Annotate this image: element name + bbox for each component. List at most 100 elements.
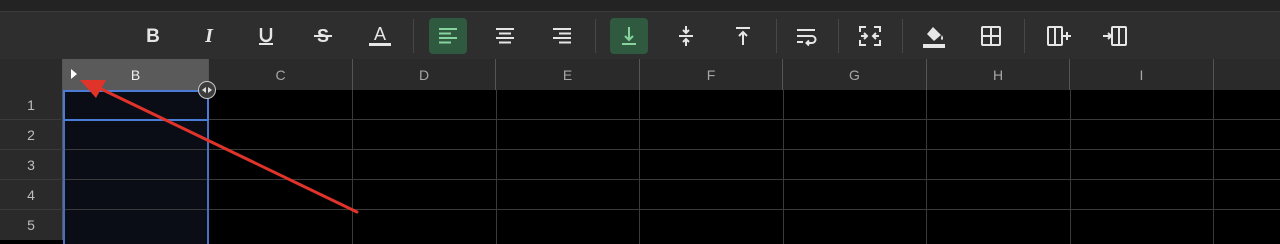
column-header-d[interactable]: D [353, 59, 496, 90]
italic-icon: I [204, 26, 214, 46]
strikethrough-icon: S [314, 26, 332, 46]
cell[interactable] [209, 120, 353, 149]
align-right-button[interactable] [543, 18, 581, 54]
cell[interactable] [927, 180, 1071, 209]
valign-middle-button[interactable] [667, 18, 705, 54]
text-color-button[interactable]: A [361, 18, 399, 54]
cell[interactable] [927, 150, 1071, 179]
valign-middle-icon [679, 26, 693, 46]
cell[interactable] [353, 120, 497, 149]
column-header-i[interactable]: I [1070, 59, 1214, 90]
underline-button[interactable] [247, 18, 285, 54]
cell-b3[interactable] [63, 150, 209, 179]
row-header[interactable]: 1 [0, 90, 63, 119]
cell[interactable] [496, 210, 640, 244]
toolbar-separator [776, 19, 777, 53]
table-row: 5 [0, 210, 1280, 244]
italic-button[interactable]: I [190, 18, 228, 54]
fill-color-button[interactable] [915, 18, 953, 54]
svg-text:I: I [204, 26, 214, 46]
cell[interactable] [209, 180, 353, 209]
cell[interactable] [353, 180, 497, 209]
column-header-next[interactable] [1214, 59, 1280, 90]
cell-b2[interactable] [63, 120, 209, 149]
wrap-text-button[interactable] [788, 18, 826, 54]
cell[interactable] [353, 150, 497, 179]
cell[interactable] [640, 150, 784, 179]
row-header[interactable]: 2 [0, 120, 63, 149]
cell[interactable] [209, 90, 353, 119]
cell-b5[interactable] [63, 210, 209, 244]
window-top-strip [0, 0, 1280, 11]
valign-top-button[interactable] [724, 18, 762, 54]
cell[interactable] [1070, 210, 1214, 244]
cell-b1[interactable] [63, 90, 209, 119]
column-header-b[interactable]: B [63, 59, 209, 90]
svg-text:B: B [146, 26, 160, 46]
cell[interactable] [640, 90, 784, 119]
merge-cells-icon [859, 26, 881, 46]
insert-column-right-icon [1103, 26, 1127, 46]
cell[interactable] [353, 90, 497, 119]
column-resize-handle[interactable] [198, 81, 216, 99]
toolbar-separator [595, 19, 596, 53]
column-header-c[interactable]: C [209, 59, 353, 90]
cell[interactable] [783, 120, 927, 149]
valign-bottom-button[interactable] [610, 18, 648, 54]
insert-column-left-button[interactable] [1040, 18, 1078, 54]
underline-icon [259, 28, 273, 45]
cell-grid: 1 2 3 4 5 [0, 90, 1280, 244]
cell[interactable] [353, 210, 497, 244]
cell[interactable] [783, 90, 927, 119]
cell[interactable] [783, 180, 927, 209]
cell[interactable] [1070, 90, 1214, 119]
align-center-button[interactable] [486, 18, 524, 54]
cell[interactable] [496, 120, 640, 149]
toolbar-separator [1024, 19, 1025, 53]
table-row: 2 [0, 120, 1280, 150]
row-header[interactable]: 4 [0, 180, 63, 209]
cell[interactable] [209, 150, 353, 179]
bold-button[interactable]: B [134, 18, 172, 54]
column-header-g[interactable]: G [783, 59, 927, 90]
valign-bottom-icon [622, 27, 636, 45]
cell[interactable] [209, 210, 353, 244]
cell[interactable] [927, 90, 1071, 119]
table-row: 3 [0, 150, 1280, 180]
toolbar-separator [902, 19, 903, 53]
column-header-row: B C D E F G H I [0, 59, 1280, 90]
svg-text:A: A [374, 24, 386, 44]
cell-b4[interactable] [63, 180, 209, 209]
cell[interactable] [927, 210, 1071, 244]
cell[interactable] [783, 210, 927, 244]
cell[interactable] [496, 150, 640, 179]
toolbar-separator [838, 19, 839, 53]
cell[interactable] [496, 180, 640, 209]
text-color-icon: A [369, 24, 391, 46]
column-header-f[interactable]: F [640, 59, 783, 90]
cell[interactable] [640, 120, 784, 149]
wrap-text-icon [797, 29, 817, 46]
cell[interactable] [1070, 150, 1214, 179]
strikethrough-button[interactable]: S [304, 18, 342, 54]
row-header[interactable]: 3 [0, 150, 63, 179]
cell[interactable] [496, 90, 640, 119]
column-header-e[interactable]: E [496, 59, 640, 90]
cell[interactable] [640, 210, 784, 244]
cell[interactable] [783, 150, 927, 179]
merge-cells-button[interactable] [851, 18, 889, 54]
borders-icon [981, 26, 1001, 46]
column-header-h[interactable]: H [927, 59, 1070, 90]
formatting-toolbar: B I S A [0, 11, 1280, 60]
row-header[interactable]: 5 [0, 210, 63, 240]
align-left-button[interactable] [429, 18, 467, 54]
insert-column-right-button[interactable] [1096, 18, 1134, 54]
cell[interactable] [1070, 180, 1214, 209]
column-menu-arrow-icon[interactable] [71, 69, 77, 79]
cell[interactable] [1070, 120, 1214, 149]
align-right-icon [553, 28, 571, 44]
cell[interactable] [640, 180, 784, 209]
select-all-corner[interactable] [0, 59, 63, 90]
borders-button[interactable] [972, 18, 1010, 54]
cell[interactable] [927, 120, 1071, 149]
